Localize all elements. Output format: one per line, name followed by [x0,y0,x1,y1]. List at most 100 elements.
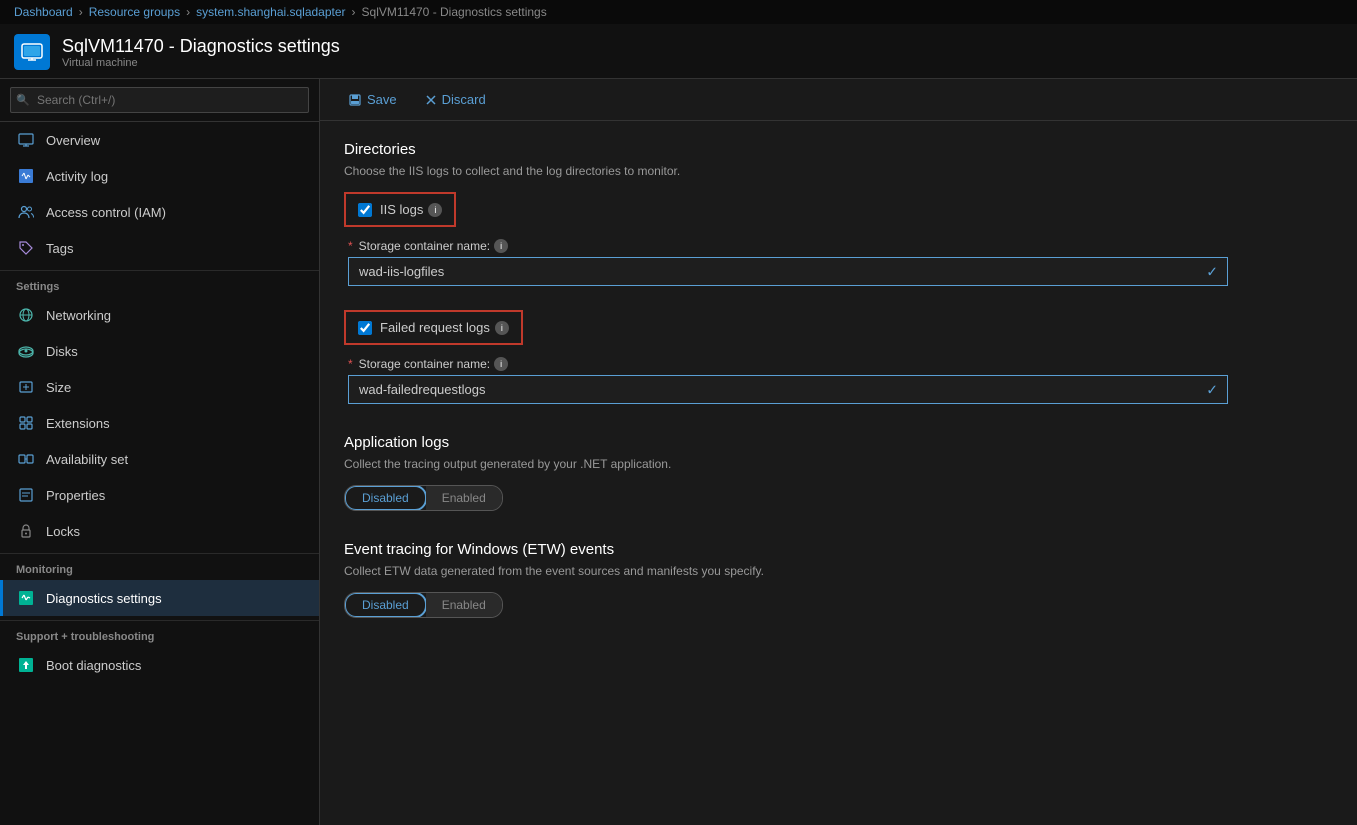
etw-section: Event tracing for Windows (ETW) events C… [344,541,1333,618]
sidebar-item-networking[interactable]: Networking [0,297,319,333]
directories-title: Directories [344,141,1333,158]
search-wrap [10,87,309,113]
iis-logs-group: IIS logs i [344,192,456,227]
failed-request-info-icon[interactable]: i [495,321,509,335]
iis-storage-info-icon[interactable]: i [494,239,508,253]
monitoring-section-label: Monitoring [0,553,319,580]
toolbar: Save Discard [320,79,1357,121]
breadcrumb: Dashboard › Resource groups › system.sha… [0,0,1357,24]
header-text: SqlVM11470 - Diagnostics settings Virtua… [62,36,340,69]
application-logs-enabled-btn[interactable]: Enabled [426,486,502,510]
iis-logs-checkbox[interactable] [358,203,372,217]
failed-storage-info-icon[interactable]: i [494,357,508,371]
iis-storage-input-wrap: ✓ [348,257,1228,286]
sidebar-item-tags[interactable]: Tags [0,230,319,266]
sidebar-item-boot-diagnostics[interactable]: Boot diagnostics [0,647,319,683]
breadcrumb-sep-3: › [352,5,356,19]
boot-icon [16,655,36,675]
search-bar [0,79,319,122]
breadcrumb-sep-2: › [186,5,190,19]
discard-button[interactable]: Discard [413,87,498,112]
application-logs-desc: Collect the tracing output generated by … [344,457,1333,471]
etw-enabled-btn[interactable]: Enabled [426,593,502,617]
etw-title: Event tracing for Windows (ETW) events [344,541,1333,558]
sidebar-item-locks[interactable]: Locks [0,513,319,549]
page-title: SqlVM11470 - Diagnostics settings [62,36,340,57]
iis-storage-input[interactable] [348,257,1228,286]
application-logs-disabled-btn[interactable]: Disabled [344,485,427,511]
sidebar-item-extensions-label: Extensions [46,416,110,431]
support-section-label: Support + troubleshooting [0,620,319,647]
failed-storage-label: * Storage container name: i [348,357,1333,371]
sidebar-item-size[interactable]: Size [0,369,319,405]
network-icon [16,305,36,325]
people-icon [16,202,36,222]
iis-logs-label[interactable]: IIS logs i [380,202,442,217]
tag-icon [16,238,36,258]
iis-info-icon[interactable]: i [428,203,442,217]
discard-label: Discard [442,92,486,107]
sidebar-item-size-label: Size [46,380,71,395]
application-logs-section: Application logs Collect the tracing out… [344,434,1333,511]
iis-storage-check-icon: ✓ [1206,263,1218,280]
save-button[interactable]: Save [336,87,409,112]
failed-request-group: Failed request logs i [344,310,523,345]
save-icon [348,93,362,107]
breadcrumb-sqladapter[interactable]: system.shanghai.sqladapter [196,5,345,19]
page-subtitle: Virtual machine [62,57,340,69]
sidebar-nav: Overview Activity log [0,122,319,825]
properties-icon [16,485,36,505]
sidebar-item-diagnostics[interactable]: Diagnostics settings [0,580,319,616]
failed-storage-check-icon: ✓ [1206,381,1218,398]
application-logs-toggle: Disabled Enabled [344,485,503,511]
iis-storage-field: * Storage container name: i ✓ [348,239,1333,286]
sidebar-item-disks[interactable]: Disks [0,333,319,369]
save-label: Save [367,92,397,107]
sidebar-item-boot-diagnostics-label: Boot diagnostics [46,658,141,673]
iis-storage-label: * Storage container name: i [348,239,1333,253]
sidebar-item-overview[interactable]: Overview [0,122,319,158]
breadcrumb-sep-1: › [79,5,83,19]
sidebar-item-networking-label: Networking [46,308,111,323]
sidebar-item-access-control-label: Access control (IAM) [46,205,166,220]
application-logs-title: Application logs [344,434,1333,451]
disk-icon [16,341,36,361]
breadcrumb-resource-groups[interactable]: Resource groups [89,5,180,19]
sidebar-item-access-control[interactable]: Access control (IAM) [0,194,319,230]
search-input[interactable] [10,87,309,113]
failed-storage-input-wrap: ✓ [348,375,1228,404]
breadcrumb-current: SqlVM11470 - Diagnostics settings [362,5,547,19]
extensions-icon [16,413,36,433]
sidebar-item-availability-set-label: Availability set [46,452,128,467]
activity-icon [16,166,36,186]
etw-desc: Collect ETW data generated from the even… [344,564,1333,578]
content-body: Directories Choose the IIS logs to colle… [320,121,1357,825]
availability-icon [16,449,36,469]
directories-section: Directories Choose the IIS logs to colle… [344,141,1333,404]
sidebar-item-extensions[interactable]: Extensions [0,405,319,441]
directories-desc: Choose the IIS logs to collect and the l… [344,164,1333,178]
sidebar-item-availability-set[interactable]: Availability set [0,441,319,477]
diagnostics-icon [16,588,36,608]
content-area: Save Discard Directories Choose the IIS … [320,79,1357,825]
breadcrumb-dashboard[interactable]: Dashboard [14,5,73,19]
sidebar-item-activity-log-label: Activity log [46,169,108,184]
etw-disabled-btn[interactable]: Disabled [344,592,427,618]
failed-request-label[interactable]: Failed request logs i [380,320,509,335]
page-header: SqlVM11470 - Diagnostics settings Virtua… [0,24,1357,79]
sidebar-item-activity-log[interactable]: Activity log [0,158,319,194]
settings-section-label: Settings [0,270,319,297]
sidebar-item-properties[interactable]: Properties [0,477,319,513]
vm-icon [14,34,50,70]
size-icon [16,377,36,397]
sidebar-item-properties-label: Properties [46,488,105,503]
monitor-icon [16,130,36,150]
failed-storage-input[interactable] [348,375,1228,404]
sidebar-item-locks-label: Locks [46,524,80,539]
sidebar-item-diagnostics-label: Diagnostics settings [46,591,162,606]
sidebar: Overview Activity log [0,79,320,825]
failed-request-checkbox[interactable] [358,321,372,335]
active-indicator [0,580,3,616]
sidebar-item-disks-label: Disks [46,344,78,359]
etw-toggle: Disabled Enabled [344,592,503,618]
